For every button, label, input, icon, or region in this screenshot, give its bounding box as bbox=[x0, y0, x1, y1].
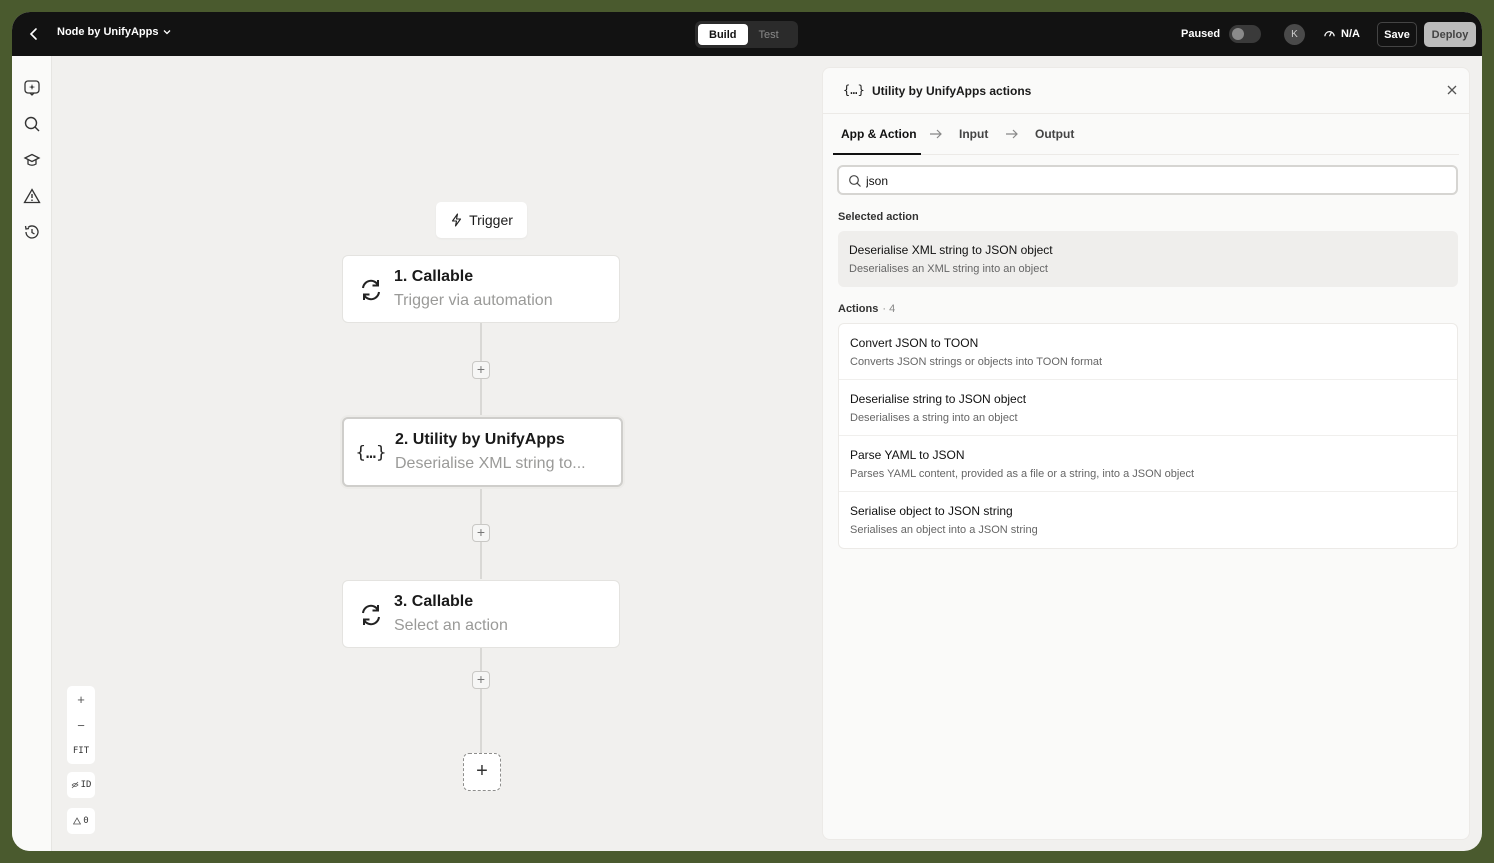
toggle-knob bbox=[1232, 28, 1244, 40]
selected-action-label: Selected action bbox=[838, 211, 919, 223]
arrow-right-icon bbox=[930, 129, 942, 139]
zoom-out-button[interactable]: − bbox=[67, 712, 95, 738]
id-label: ID bbox=[80, 780, 92, 790]
panel-header: {…} Utility by UnifyApps actions bbox=[823, 68, 1469, 114]
zoom-in-button[interactable]: + bbox=[67, 686, 95, 712]
toggle-ids-button[interactable]: ID bbox=[67, 772, 95, 798]
history-icon[interactable] bbox=[23, 223, 41, 241]
lightning-icon bbox=[452, 213, 462, 227]
list-item[interactable]: Convert JSON to TOON Converts JSON strin… bbox=[839, 324, 1457, 380]
test-tab[interactable]: Test bbox=[748, 24, 790, 45]
search-icon bbox=[849, 175, 861, 187]
app-window: Node by UnifyApps Build Test Paused K N/… bbox=[12, 12, 1482, 851]
fit-view-button[interactable]: FIT bbox=[67, 738, 95, 764]
braces-icon: {…} bbox=[355, 443, 387, 463]
action-description: Deserialises an XML string into an objec… bbox=[849, 263, 1048, 275]
action-title: Convert JSON to TOON bbox=[850, 336, 979, 350]
list-item[interactable]: Serialise object to JSON string Serialis… bbox=[839, 492, 1457, 548]
sync-icon bbox=[357, 601, 385, 629]
gauge-icon bbox=[1324, 31, 1335, 37]
workflow-node-1[interactable]: 1. Callable Trigger via automation bbox=[342, 255, 620, 323]
node-subtitle: Select an action bbox=[394, 617, 508, 634]
sync-icon bbox=[357, 276, 385, 304]
node-title: 3. Callable bbox=[394, 593, 474, 610]
performance-value: N/A bbox=[1341, 27, 1360, 40]
node-title: 1. Callable bbox=[394, 268, 474, 285]
action-title: Serialise object to JSON string bbox=[850, 504, 1013, 518]
action-description: Parses YAML content, provided as a file … bbox=[850, 468, 1195, 480]
search-input[interactable] bbox=[866, 172, 1446, 189]
braces-icon: {…} bbox=[843, 83, 865, 97]
performance-indicator[interactable]: N/A bbox=[1323, 27, 1360, 40]
actions-count: · 4 bbox=[882, 303, 896, 315]
selected-action-item[interactable]: Deserialise XML string to JSON object De… bbox=[838, 231, 1458, 287]
deploy-button[interactable]: Deploy bbox=[1424, 22, 1476, 47]
active-tab-indicator bbox=[833, 153, 921, 155]
action-description: Deserialises a string into an object bbox=[850, 412, 1018, 424]
panel-tabs: App & Action Input Output bbox=[833, 114, 1459, 155]
actions-label: Actions bbox=[838, 303, 879, 315]
node-subtitle: Deserialise XML string to... bbox=[395, 455, 586, 472]
build-tab[interactable]: Build bbox=[698, 24, 748, 45]
search-icon[interactable] bbox=[23, 115, 41, 133]
action-title: Deserialise string to JSON object bbox=[850, 392, 1027, 406]
action-description: Serialises an object into a JSON string bbox=[850, 524, 1038, 536]
add-step-button[interactable]: + bbox=[472, 671, 490, 689]
back-arrow-icon[interactable] bbox=[26, 26, 42, 42]
node-subtitle: Trigger via automation bbox=[394, 292, 553, 309]
add-step-button[interactable]: + bbox=[472, 361, 490, 379]
action-title: Deserialise XML string to JSON object bbox=[849, 243, 1053, 257]
panel-title: Utility by UnifyApps actions bbox=[872, 84, 1032, 98]
close-icon[interactable] bbox=[1445, 83, 1459, 97]
graduation-cap-icon[interactable] bbox=[23, 151, 41, 169]
actions-section-label: Actions · 4 bbox=[838, 303, 895, 315]
warnings-button[interactable]: 0 bbox=[67, 808, 95, 834]
workflow-canvas[interactable]: Trigger 1. Callable Trigger via automati… bbox=[52, 56, 822, 851]
action-description: Converts JSON strings or objects into TO… bbox=[850, 356, 1103, 368]
trigger-label: Trigger bbox=[469, 212, 513, 228]
top-bar: Node by UnifyApps Build Test Paused K N/… bbox=[12, 12, 1482, 56]
tab-app-action[interactable]: App & Action bbox=[841, 127, 917, 141]
workflow-node-2[interactable]: {…} 2. Utility by UnifyApps Deserialise … bbox=[342, 417, 623, 487]
connector-line bbox=[480, 648, 482, 753]
trigger-node[interactable]: Trigger bbox=[436, 202, 527, 238]
arrow-right-icon bbox=[1006, 129, 1018, 139]
add-step-button[interactable]: + bbox=[472, 524, 490, 542]
list-item[interactable]: Parse YAML to JSON Parses YAML content, … bbox=[839, 436, 1457, 492]
left-sidebar bbox=[12, 56, 52, 851]
action-search[interactable] bbox=[837, 165, 1458, 195]
warning-icon[interactable] bbox=[23, 187, 41, 205]
sparkle-chat-icon[interactable] bbox=[23, 79, 41, 97]
app-title: Node by UnifyApps bbox=[57, 26, 159, 38]
mode-toggle: Build Test bbox=[695, 21, 798, 48]
action-title: Parse YAML to JSON bbox=[850, 448, 965, 462]
warning-icon bbox=[73, 817, 82, 825]
action-panel: {…} Utility by UnifyApps actions App & A… bbox=[822, 67, 1470, 840]
node-title: 2. Utility by UnifyApps bbox=[395, 431, 565, 448]
paused-toggle[interactable] bbox=[1229, 25, 1261, 43]
save-button[interactable]: Save bbox=[1377, 22, 1417, 47]
action-list: Convert JSON to TOON Converts JSON strin… bbox=[838, 323, 1458, 549]
tab-input[interactable]: Input bbox=[959, 127, 988, 141]
paused-label: Paused bbox=[1181, 28, 1221, 40]
user-avatar[interactable]: K bbox=[1284, 24, 1305, 45]
warnings-count: 0 bbox=[83, 816, 89, 826]
eye-off-icon bbox=[71, 781, 79, 789]
chevron-down-icon bbox=[163, 30, 171, 35]
tab-output[interactable]: Output bbox=[1035, 127, 1074, 141]
zoom-controls: + − FIT bbox=[67, 686, 95, 764]
add-final-step-button[interactable]: + bbox=[463, 753, 501, 791]
list-item[interactable]: Deserialise string to JSON object Deseri… bbox=[839, 380, 1457, 436]
workflow-node-3[interactable]: 3. Callable Select an action bbox=[342, 580, 620, 648]
app-title-dropdown[interactable]: Node by UnifyApps bbox=[57, 26, 172, 38]
